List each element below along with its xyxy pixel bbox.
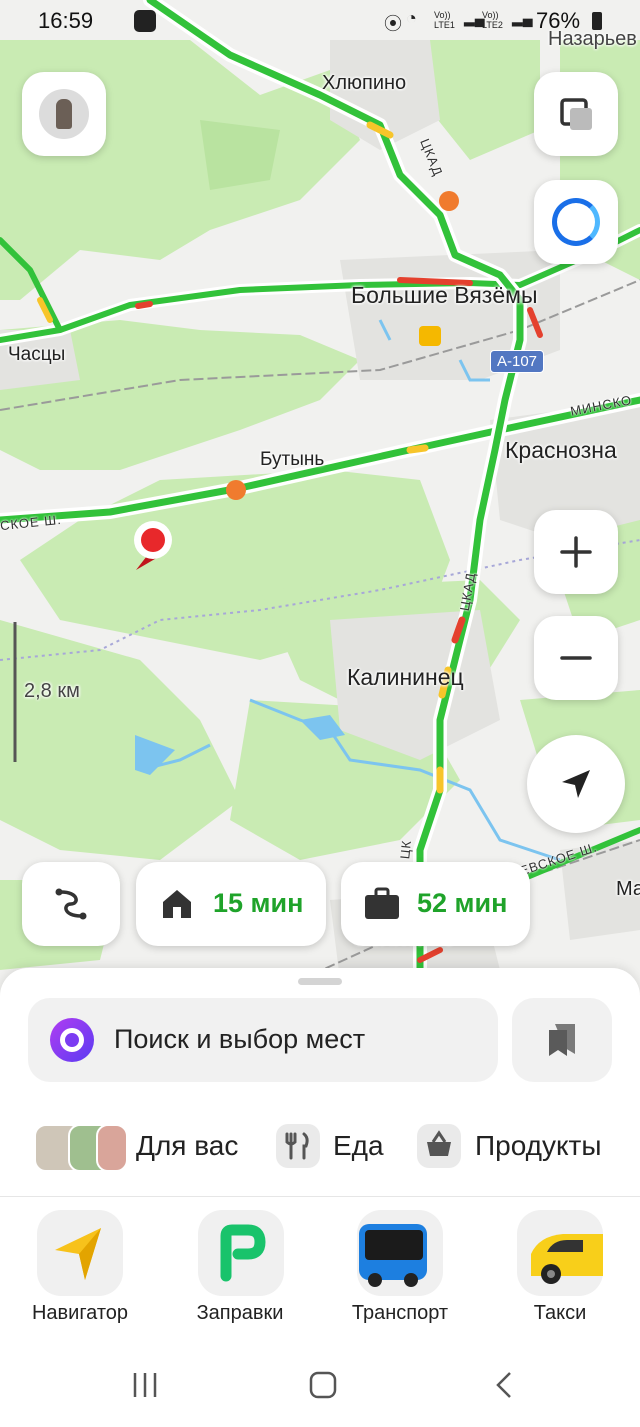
work-eta: 52 мин [417, 888, 508, 918]
route-badge: А-107 [490, 350, 545, 373]
sim2-signal-icon: ▂▄ [512, 10, 533, 26]
scale-label: 2,8 км [24, 680, 80, 702]
briefcase-icon [365, 887, 399, 919]
back-icon[interactable] [490, 1370, 520, 1400]
category-groceries-label: Продукты [475, 1130, 602, 1161]
sim1-label: Vo)) LTE1 [434, 10, 455, 30]
home-nav-icon[interactable] [308, 1370, 338, 1400]
road-tskad-3: ЦК [397, 839, 415, 860]
fuel-icon [198, 1210, 284, 1296]
place-ma: Ма [616, 878, 640, 900]
search-placeholder: Поиск и выбор мест [114, 1024, 366, 1054]
bus-icon [357, 1210, 443, 1296]
for-you-icon [34, 1124, 128, 1172]
battery-icon [592, 12, 602, 30]
home-icon [163, 890, 191, 918]
alice-icon [552, 198, 600, 246]
app-navigator-label: Навигатор [31, 1302, 129, 1324]
zoom-out-button[interactable] [534, 616, 618, 700]
status-time: 16:59 [38, 8, 94, 33]
location-status-icon: ⦿ [384, 14, 402, 34]
search-input[interactable]: Поиск и выбор мест [28, 998, 498, 1082]
notification-icon [134, 10, 156, 32]
fork-knife-icon [276, 1124, 320, 1168]
recent-apps-icon[interactable] [130, 1370, 160, 1400]
bookmarks-button[interactable] [512, 998, 612, 1082]
app-fuel-label: Заправки [196, 1302, 284, 1324]
plus-icon [560, 536, 592, 568]
moai-avatar-icon [56, 99, 72, 129]
basket-icon [417, 1124, 461, 1168]
place-khlyupino: Хлюпино [322, 72, 407, 94]
railway-station-icon [419, 326, 441, 346]
place-chastsy: Часцы [8, 344, 66, 365]
place-butyn: Бутынь [260, 449, 325, 470]
category-food-label: Еда [333, 1130, 384, 1161]
profile-button[interactable] [22, 72, 106, 156]
my-location-button[interactable] [527, 735, 625, 833]
route-icon [55, 888, 87, 920]
app-transport-label: Транспорт [351, 1302, 449, 1324]
alice-search-icon [50, 1018, 94, 1062]
gas-station-poi-icon [439, 191, 459, 211]
routes-shortcut-button[interactable] [22, 862, 120, 946]
work-shortcut-button[interactable]: 52 мин [341, 862, 530, 946]
gas-station-poi-icon [226, 480, 246, 500]
taxi-icon [517, 1210, 603, 1296]
sheet-drag-handle[interactable] [298, 978, 342, 985]
minus-icon [560, 656, 592, 660]
place-kalininets: Калининец [347, 664, 464, 690]
system-navigation-bar [0, 1340, 640, 1427]
location-arrow-icon [562, 770, 590, 798]
zoom-in-button[interactable] [534, 510, 618, 594]
divider [0, 1196, 640, 1197]
location-pin [141, 528, 165, 552]
app-taxi-label: Такси [533, 1302, 587, 1324]
wifi-icon: ◔ [406, 8, 417, 28]
place-bolshie-vyazemy: Большие Вязёмы [351, 282, 538, 308]
sim2-label: Vo)) LTE2 [482, 10, 503, 30]
battery-level: 76% [536, 8, 581, 33]
category-for-you-label: Для вас [136, 1130, 239, 1161]
home-eta: 15 мин [213, 888, 304, 918]
home-shortcut-button[interactable]: 15 мин [136, 862, 326, 946]
status-bar: 16:59 ⦿ ◔ Vo)) LTE1 ▂▄ Vo)) LTE2 ▂▄ 76% [0, 0, 640, 42]
alice-button[interactable] [534, 180, 618, 264]
avatar [39, 89, 89, 139]
place-krasnoznamensk: Краснозна [505, 437, 617, 463]
layers-button[interactable] [534, 72, 618, 156]
navigator-arrow-icon [37, 1210, 123, 1296]
bookmarks-icon [549, 1024, 575, 1056]
layers-icon [560, 98, 592, 130]
